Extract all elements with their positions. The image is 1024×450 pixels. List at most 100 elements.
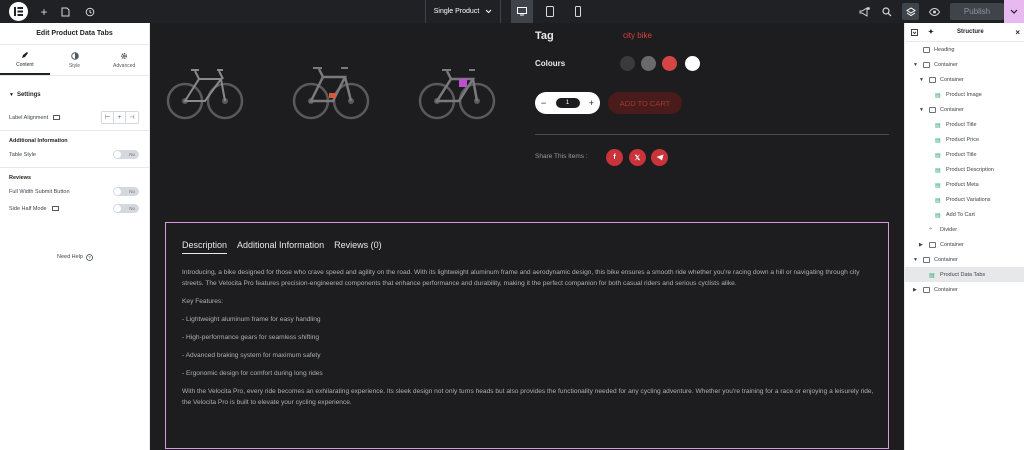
half-circle-icon [70, 51, 79, 60]
tab-advanced[interactable]: Advanced [99, 45, 149, 75]
tablet-view-button[interactable] [539, 0, 561, 23]
tab-additional-information[interactable]: Additional Information [237, 240, 324, 254]
align-center-icon[interactable]: + [114, 112, 126, 123]
quantity-input[interactable]: 1 [555, 98, 580, 108]
navigator-item[interactable]: ÷ Divider [905, 222, 1024, 237]
caret-down-icon[interactable]: ▼ [913, 62, 918, 68]
product-data-tabs-widget[interactable]: Description Additional Information Revie… [165, 222, 889, 449]
x-share-button[interactable]: 𝕏 [629, 149, 646, 166]
navigator-item[interactable]: ▤ Product Title [905, 147, 1024, 162]
description-outro: With the Velocita Pro, every ride become… [182, 388, 874, 406]
history-icon[interactable] [83, 0, 97, 23]
tab-style[interactable]: Style [50, 45, 100, 75]
caret-down-icon[interactable]: ▼ [919, 107, 924, 113]
navigator-item[interactable]: ▤ Product Price [905, 132, 1024, 147]
side-half-mode-row: Side Half Mode No [0, 200, 149, 217]
tab-reviews[interactable]: Reviews (0) [334, 240, 382, 254]
settings-section-header[interactable]: ▼ Settings [0, 86, 149, 103]
navigator-item-label: Container [940, 241, 964, 248]
telegram-share-button[interactable] [651, 149, 668, 166]
publish-options-button[interactable] [1004, 0, 1024, 23]
navigator-item-label: Product Image [946, 91, 982, 98]
navigator-item-label: Container [934, 286, 958, 293]
page-settings-icon[interactable] [58, 0, 72, 23]
colour-swatch[interactable] [641, 56, 656, 71]
document-selector[interactable]: Single Product [425, 0, 501, 23]
search-icon[interactable] [880, 0, 894, 23]
product-thumbnail[interactable] [291, 53, 371, 123]
feature-item: - High-performance gears for seamless sh… [182, 334, 320, 341]
navigator-item[interactable]: ▤ Product Data Tabs [905, 267, 1024, 282]
tab-style-label: Style [68, 62, 81, 69]
widget-icon: ▤ [935, 137, 941, 144]
widget-icon: ▤ [935, 182, 941, 189]
tab-description[interactable]: Description [182, 240, 228, 254]
widget-icon: ▤ [935, 152, 941, 159]
caret-down-icon[interactable]: ▼ [919, 77, 924, 83]
plus-icon[interactable]: + [589, 98, 594, 108]
caret-down-icon: ▼ [9, 91, 14, 98]
caret-right-icon[interactable]: ▶ [919, 242, 923, 248]
navigator-item-label: Container [940, 106, 964, 113]
full-width-submit-toggle[interactable]: No [113, 187, 139, 196]
tag-link[interactable]: city bike [623, 31, 652, 40]
side-half-mode-toggle[interactable]: No [113, 204, 139, 213]
caret-down-icon[interactable]: ▼ [913, 257, 918, 263]
desktop-icon [51, 205, 59, 212]
navigator-item[interactable]: ▶ Container [905, 237, 1024, 252]
navigator-item[interactable]: ▤ Product Meta [905, 177, 1024, 192]
align-left-icon[interactable]: ⊢ [102, 112, 114, 123]
feature-item: - Lightweight aluminum frame for easy ha… [182, 316, 321, 323]
navigator-item[interactable]: ▤ Product Variations [905, 192, 1024, 207]
publish-button[interactable]: Publish [950, 3, 1004, 20]
caret-right-icon[interactable]: ▶ [913, 287, 917, 293]
add-to-cart-button[interactable]: ADD TO CART [608, 92, 682, 114]
product-thumbnail[interactable] [417, 53, 497, 123]
whats-new-icon[interactable] [857, 0, 871, 23]
navigator-item[interactable]: ▤ Product Image [905, 87, 1024, 102]
tab-content[interactable]: Content [0, 45, 50, 75]
tab-advanced-label: Advanced [113, 62, 136, 69]
feature-item: - Ergonomic design for comfort during lo… [182, 370, 323, 377]
navigator-tree: Heading ▼ Container ▼ Container ▤ Product Imag… [905, 42, 1024, 297]
widget-icon: ▤ [935, 122, 941, 129]
elementor-logo-icon[interactable] [9, 2, 28, 21]
add-element-icon[interactable]: + [37, 0, 51, 23]
structure-collapse-icon[interactable] [911, 28, 918, 36]
navigator-item[interactable]: Heading [905, 42, 1024, 57]
colour-swatch[interactable] [620, 56, 635, 71]
navigator-item[interactable]: ▶ Container [905, 282, 1024, 297]
toggle-off-text: No [129, 189, 135, 194]
navigator-item[interactable]: ▼ Container [905, 252, 1024, 267]
colour-swatch[interactable] [662, 56, 677, 71]
navigator-item-label: Add To Cart [946, 211, 975, 218]
navigator-item-label: Container [934, 61, 958, 68]
product-thumbnail[interactable] [165, 53, 245, 123]
preview-eye-icon[interactable] [927, 0, 941, 23]
sparkle-icon[interactable]: ✦ [928, 28, 934, 36]
need-help-link[interactable]: Need Help ? [0, 254, 150, 261]
navigator-item[interactable]: ▤ Add To Cart [905, 207, 1024, 222]
pencil-icon [21, 51, 28, 58]
colour-swatch[interactable] [685, 56, 700, 71]
mobile-view-button[interactable] [567, 0, 589, 23]
facebook-icon: f [613, 154, 616, 161]
navigator-item[interactable]: ▼ Container [905, 102, 1024, 117]
container-icon [923, 46, 930, 53]
minus-icon[interactable]: − [541, 98, 546, 108]
structure-toggle-button[interactable] [902, 3, 919, 20]
navigator-item[interactable]: ▼ Container [905, 57, 1024, 72]
navigator-item[interactable]: ▼ Container [905, 72, 1024, 87]
facebook-share-button[interactable]: f [606, 149, 623, 166]
table-style-toggle[interactable]: No [113, 150, 139, 159]
close-icon[interactable]: × [1015, 28, 1020, 37]
navigator-item[interactable]: ▤ Product Description [905, 162, 1024, 177]
panel-tabs: Content Style Advanced [0, 45, 149, 76]
tablet-icon [546, 6, 554, 17]
editor-left-panel: Edit Product Data Tabs Content Style Adv… [0, 23, 150, 450]
desktop-view-button[interactable] [511, 0, 533, 23]
navigator-item[interactable]: ▤ Product Title [905, 117, 1024, 132]
toggle-off-text: No [129, 206, 135, 211]
container-icon [929, 241, 936, 248]
align-right-icon[interactable]: ⊣ [126, 112, 138, 123]
